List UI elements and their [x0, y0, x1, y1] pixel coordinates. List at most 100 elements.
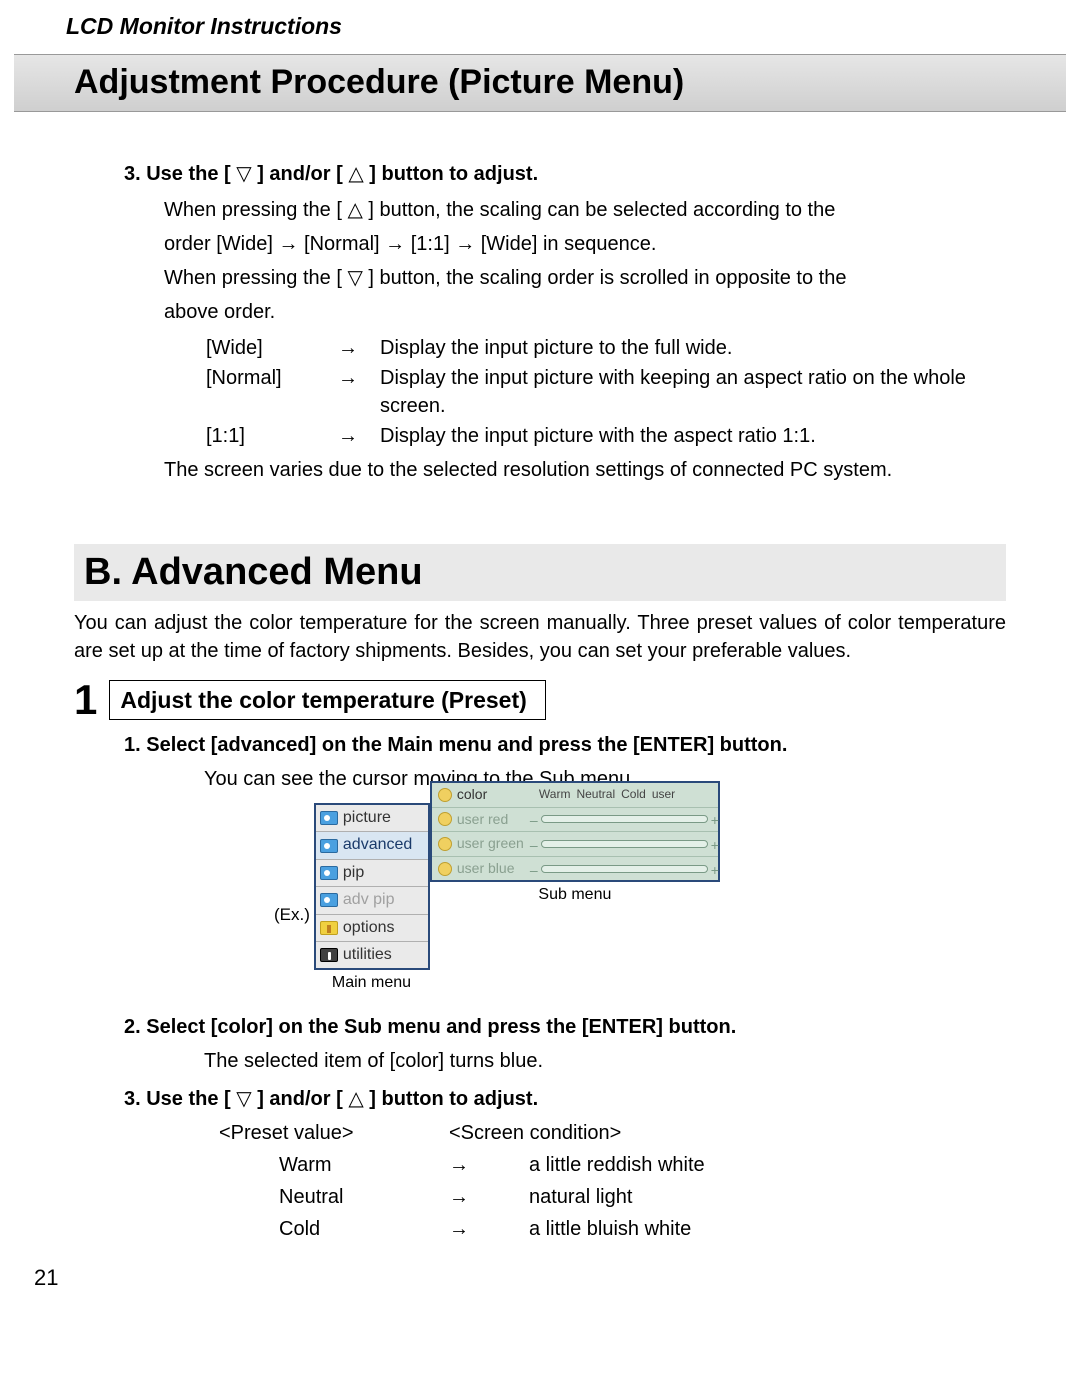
- mode-cell: [1:1]: [206, 422, 336, 450]
- preset-header-col1: <Preset value>: [219, 1119, 449, 1147]
- subsection-number: 1: [74, 679, 97, 721]
- color-icon: [438, 788, 452, 802]
- preset-cond: a little bluish white: [529, 1215, 691, 1243]
- mode-cell: [Wide]: [206, 334, 336, 362]
- desc-cell: Display the input picture with keeping a…: [380, 364, 1004, 420]
- arrow-icon: →: [338, 334, 378, 362]
- section-b-banner: B. Advanced Menu: [74, 544, 1006, 601]
- main-menu-item-advpip: adv pip: [316, 887, 428, 914]
- table-row: Neutral → natural light: [279, 1183, 1006, 1211]
- up-triangle-icon: △: [347, 196, 362, 224]
- preset-name: Cold: [279, 1215, 449, 1243]
- advpip-icon: [320, 893, 338, 907]
- main-menu: picture advanced pip adv pip options uti…: [314, 803, 430, 970]
- preset-name: Neutral: [279, 1183, 449, 1211]
- sub-menu: color Warm Neutral Cold user user red us…: [430, 781, 720, 882]
- arrow-icon: →: [338, 364, 378, 420]
- step3-body: When pressing the [ △ ] button, the scal…: [164, 196, 1006, 224]
- arrow-icon: →: [449, 1183, 529, 1211]
- opt-warm: Warm: [537, 786, 573, 803]
- subsection-header: 1 Adjust the color temperature (Preset): [74, 679, 1006, 721]
- s3-line1a: When pressing the [: [164, 199, 347, 221]
- doc-title: LCD Monitor Instructions: [66, 10, 1006, 42]
- sub-row-blue: user blue: [432, 857, 718, 881]
- slider-blue: [541, 865, 708, 873]
- sub-opts: Warm Neutral Cold user: [537, 786, 712, 803]
- step3-tail: The screen varies due to the selected re…: [164, 456, 1006, 484]
- preset-cond: natural light: [529, 1183, 632, 1211]
- main-menu-col: picture advanced pip adv pip options uti…: [314, 803, 430, 995]
- b-step2-h: 2. Select [color] on the Sub menu and pr…: [124, 1016, 736, 1038]
- table-row: Cold → a little bluish white: [279, 1215, 1006, 1243]
- s3-line2: order [Wide] → [Normal] → [1:1] → [Wide]…: [164, 230, 1006, 258]
- bs3-a: 3. Use the [: [124, 1088, 236, 1110]
- utilities-icon: [320, 948, 338, 962]
- main-menu-item-pip: pip: [316, 860, 428, 887]
- sub-menu-col: color Warm Neutral Cold user user red us…: [430, 781, 720, 907]
- arrow-icon: →: [449, 1151, 529, 1179]
- table-row: Warm → a little reddish white: [279, 1151, 1006, 1179]
- arrow-icon: →: [338, 422, 378, 450]
- opt-neutral: Neutral: [574, 786, 617, 803]
- s3-line3b: ] button, the scaling order is scrolled …: [363, 267, 847, 289]
- mm-label: utilities: [343, 944, 392, 966]
- b-step2-body: The selected item of [color] turns blue.: [204, 1047, 1006, 1075]
- desc-cell: Display the input picture with the aspec…: [380, 422, 1004, 450]
- scaling-table: [Wide] → Display the input picture to th…: [204, 332, 1006, 452]
- bs3-b: ] and/or [: [252, 1088, 349, 1110]
- main-menu-item-utilities: utilities: [316, 942, 428, 968]
- mode-cell: [Normal]: [206, 364, 336, 420]
- bs3-c: ] button to adjust.: [364, 1088, 538, 1110]
- sub-row-red: user red: [432, 808, 718, 833]
- sub-label-red: user red: [457, 810, 537, 830]
- step3-body2: When pressing the [ ▽ ] button, the scal…: [164, 264, 1006, 292]
- up-triangle-icon: △: [348, 160, 363, 188]
- sub-menu-caption: Sub menu: [430, 884, 720, 906]
- b-step1-heading: 1. Select [advanced] on the Main menu an…: [124, 731, 1006, 759]
- color-icon: [438, 837, 452, 851]
- down-triangle-icon: ▽: [236, 160, 251, 188]
- b-step2-heading: 2. Select [color] on the Sub menu and pr…: [124, 1013, 1006, 1041]
- s3-line1b: ] button, the scaling can be selected ac…: [363, 199, 836, 221]
- preset-table: <Preset value> <Screen condition> Warm →…: [219, 1119, 1006, 1243]
- ex-label: (Ex.): [274, 903, 310, 927]
- opt-user: user: [650, 786, 677, 803]
- slider-green: [541, 840, 708, 848]
- mm-label: adv pip: [343, 889, 395, 911]
- main-menu-caption: Main menu: [332, 972, 430, 994]
- table-row: [1:1] → Display the input picture with t…: [206, 422, 1004, 450]
- desc-cell: Display the input picture to the full wi…: [380, 334, 1004, 362]
- color-icon: [438, 862, 452, 876]
- color-icon: [438, 812, 452, 826]
- section-banner: Adjustment Procedure (Picture Menu): [14, 54, 1066, 112]
- s3h-a: 3. Use the [: [124, 163, 236, 185]
- pip-icon: [320, 866, 338, 880]
- down-triangle-icon: ▽: [347, 264, 362, 292]
- menu-figure: (Ex.) picture advanced pip adv pip optio…: [274, 803, 1006, 995]
- sub-label-green: user green: [457, 834, 537, 854]
- mm-label: options: [343, 917, 395, 939]
- main-menu-item-options: options: [316, 915, 428, 942]
- up-triangle-icon: △: [348, 1085, 363, 1113]
- preset-cond: a little reddish white: [529, 1151, 705, 1179]
- preset-name: Warm: [279, 1151, 449, 1179]
- table-row: [Normal] → Display the input picture wit…: [206, 364, 1004, 420]
- b-step1-h: 1. Select [advanced] on the Main menu an…: [124, 734, 787, 756]
- opt-cold: Cold: [619, 786, 648, 803]
- arrow-icon: →: [449, 1215, 529, 1243]
- b-step3-heading: 3. Use the [ ▽ ] and/or [ △ ] button to …: [124, 1085, 1006, 1113]
- preset-headers: <Preset value> <Screen condition>: [219, 1119, 1006, 1147]
- slider-red: [541, 815, 708, 823]
- advanced-icon: [320, 839, 338, 853]
- step3-heading: 3. Use the [ ▽ ] and/or [ △ ] button to …: [124, 160, 1006, 188]
- sub-label-blue: user blue: [457, 859, 537, 879]
- sub-row-color: color Warm Neutral Cold user: [432, 783, 718, 808]
- s3-line3a: When pressing the [: [164, 267, 347, 289]
- mm-label: picture: [343, 807, 391, 829]
- main-menu-item-advanced: advanced: [316, 832, 428, 859]
- sub-label-color: color: [457, 785, 537, 805]
- table-row: [Wide] → Display the input picture to th…: [206, 334, 1004, 362]
- main-menu-item-picture: picture: [316, 805, 428, 832]
- down-triangle-icon: ▽: [236, 1085, 251, 1113]
- page-number: 21: [34, 1263, 1006, 1294]
